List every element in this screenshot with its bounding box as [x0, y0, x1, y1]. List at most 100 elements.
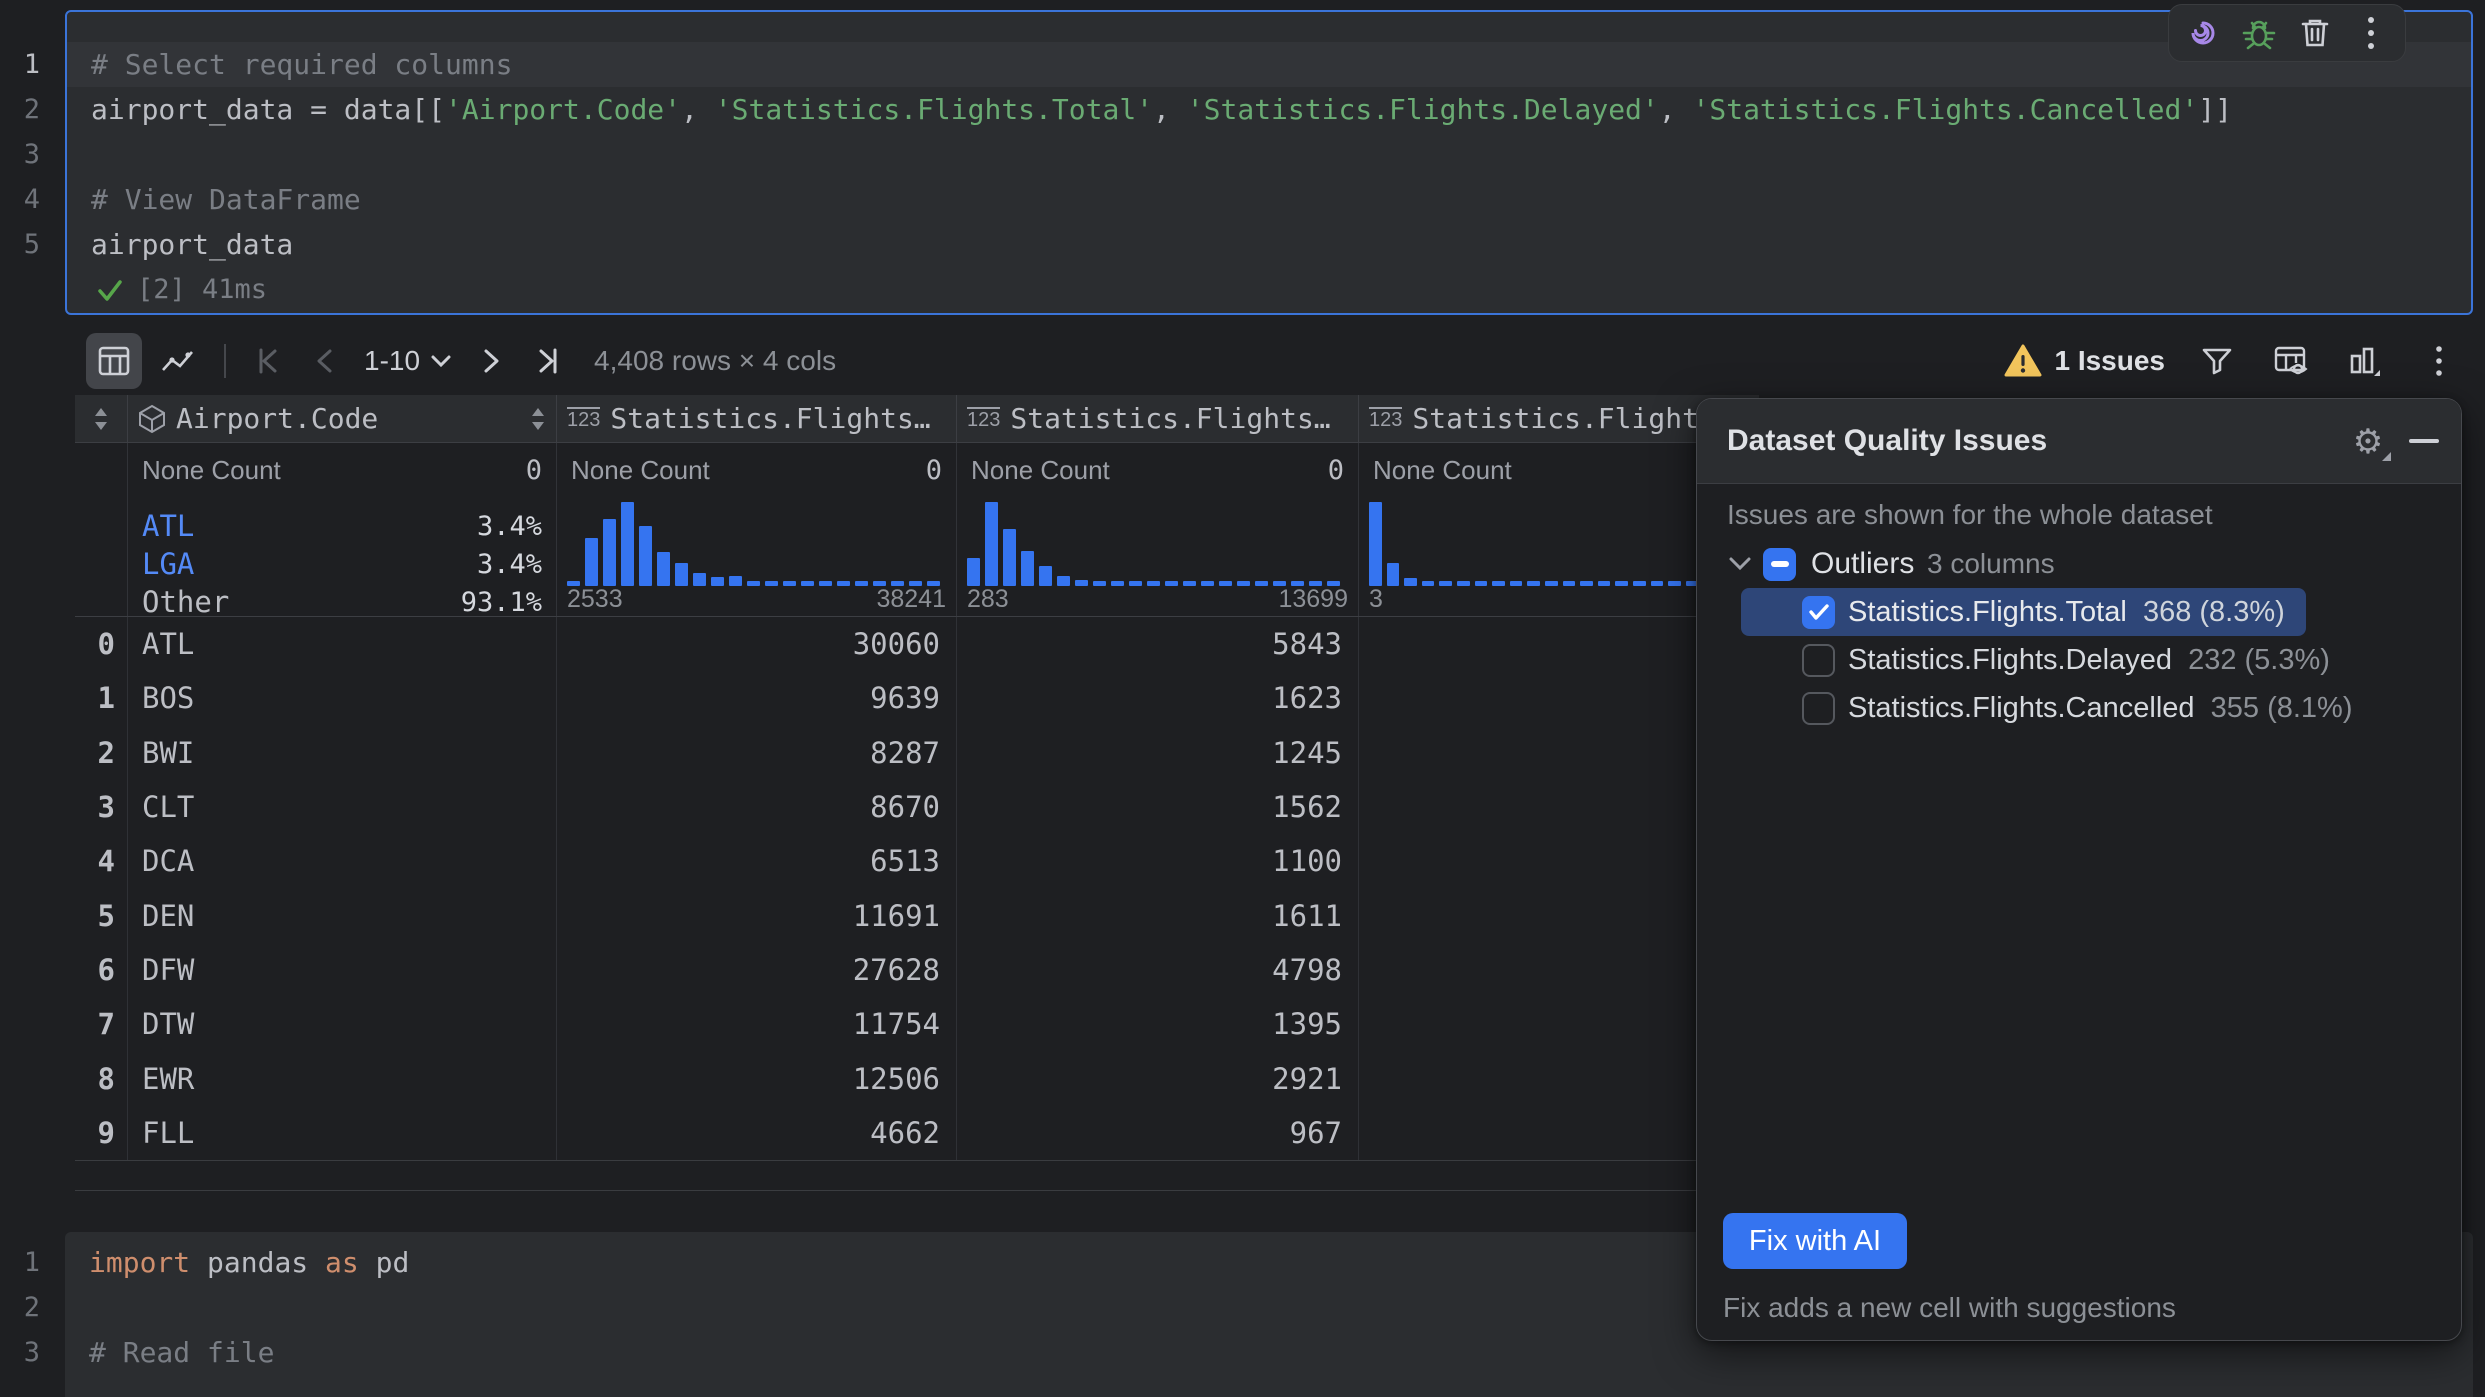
row-index[interactable]: 9 [75, 1106, 128, 1160]
code-token: airport_data [91, 228, 293, 261]
cell-flights-delayed[interactable]: 5843 [957, 617, 1359, 671]
minimize-icon[interactable] [2409, 439, 2439, 443]
cell-flights-total[interactable]: 4662 [557, 1106, 957, 1160]
cell-flights-delayed[interactable]: 4798 [957, 943, 1359, 997]
prev-page-icon[interactable] [300, 333, 348, 389]
cell-flights-delayed[interactable]: 2921 [957, 1051, 1359, 1105]
sort-icon [93, 406, 109, 432]
cell-airport-code[interactable]: EWR [128, 1051, 557, 1105]
cell-airport-code[interactable]: BOS [128, 671, 557, 725]
column-header-flights-total[interactable]: 123 Statistics.Flights… [557, 395, 957, 442]
cell-airport-code[interactable]: DEN [128, 888, 557, 942]
cell-flights-total[interactable]: 11691 [557, 888, 957, 942]
cell-flights-delayed[interactable]: 1611 [957, 888, 1359, 942]
issue-item[interactable]: Statistics.Flights.Cancelled 355 (8.1%) [1697, 684, 2461, 732]
none-count-label: None Count [571, 455, 710, 486]
cell-flights-delayed[interactable]: 1562 [957, 780, 1359, 834]
row-index[interactable]: 7 [75, 997, 128, 1051]
cell-airport-code[interactable]: DFW [128, 943, 557, 997]
cell-flights-total[interactable]: 8670 [557, 780, 957, 834]
unchecked-checkbox[interactable] [1802, 644, 1835, 677]
column-header-flights-delayed[interactable]: 123 Statistics.Flights… [957, 395, 1359, 442]
chevron-down-icon[interactable] [1727, 555, 1757, 573]
cell-flights-total[interactable]: 30060 [557, 617, 957, 671]
cell-flights-delayed[interactable]: 1623 [957, 671, 1359, 725]
page-range-dropdown[interactable]: 1-10 [356, 345, 460, 377]
more-kebab-icon[interactable] [2417, 339, 2461, 383]
row-index[interactable]: 3 [75, 780, 128, 834]
row-index[interactable]: 8 [75, 1051, 128, 1105]
issue-count: 368 (8.3%) [2127, 596, 2285, 628]
code-line[interactable]: airport_data [67, 222, 2471, 267]
line-number: 1 [0, 1240, 65, 1285]
first-page-icon[interactable] [244, 333, 292, 389]
cell-airport-code[interactable]: CLT [128, 780, 557, 834]
column-name: Airport.Code [176, 402, 378, 435]
cell-flights-delayed[interactable]: 1395 [957, 997, 1359, 1051]
cell-airport-code[interactable]: FLL [128, 1106, 557, 1160]
cell-airport-code[interactable]: BWI [128, 726, 557, 780]
issue-label: Statistics.Flights.Cancelled 355 (8.1%) [1848, 692, 2353, 725]
code-line[interactable]: airport_data = data[['Airport.Code', 'St… [67, 87, 2471, 132]
outliers-group-row[interactable]: Outliers 3 columns [1697, 539, 2461, 589]
more-kebab-icon[interactable] [2349, 11, 2393, 55]
code-token: # View DataFrame [91, 183, 361, 216]
sort-icon[interactable] [530, 406, 546, 432]
cell-flights-total[interactable]: 27628 [557, 943, 957, 997]
index-column-header[interactable] [75, 395, 128, 442]
table-view-icon[interactable] [86, 333, 142, 389]
issues-badge[interactable]: 1 Issues [2004, 344, 2165, 378]
cell-airport-code[interactable]: ATL [128, 617, 557, 671]
table-settings-icon[interactable] [2269, 339, 2313, 383]
chart-view-icon[interactable] [150, 333, 206, 389]
none-count-value: 0 [926, 455, 942, 486]
last-page-icon[interactable] [524, 333, 572, 389]
delete-trash-icon[interactable] [2293, 11, 2337, 55]
row-index[interactable]: 1 [75, 671, 128, 725]
code-line[interactable]: # View DataFrame [67, 177, 2471, 222]
checked-checkbox[interactable] [1802, 596, 1835, 629]
table-body: 0ATL300605843 1BOS96391623 2BWI82871245 3CL… [75, 617, 1759, 1160]
column-header-airport-code[interactable]: Airport.Code [128, 395, 557, 442]
none-count-label: None Count [971, 455, 1110, 486]
issue-item[interactable]: Statistics.Flights.Total 368 (8.3%) [1697, 588, 2461, 636]
code-cell-selected[interactable]: # Select required columnsairport_data = … [65, 10, 2473, 315]
code-token: as [325, 1246, 359, 1279]
cell-flights-total[interactable]: 11754 [557, 997, 957, 1051]
issue-item[interactable]: Statistics.Flights.Delayed 232 (5.3%) [1697, 636, 2461, 684]
stats-airport-code: None Count 0 ATL3.4%LGA3.4%Other93.1% [128, 443, 557, 616]
row-index[interactable]: 4 [75, 834, 128, 888]
next-page-icon[interactable] [468, 333, 516, 389]
cell-flights-delayed[interactable]: 1100 [957, 834, 1359, 888]
value-link[interactable]: ATL [142, 509, 194, 543]
group-label: Outliers [1811, 547, 1914, 581]
gear-settings-icon[interactable]: ⚙ [2347, 421, 2389, 463]
cell-flights-total[interactable]: 9639 [557, 671, 957, 725]
cell-flights-delayed[interactable]: 1245 [957, 726, 1359, 780]
column-chart-icon[interactable] [2343, 339, 2387, 383]
cell1-code[interactable]: # Select required columnsairport_data = … [67, 42, 2471, 267]
cell-flights-delayed[interactable]: 967 [957, 1106, 1359, 1160]
cell-flights-total[interactable]: 8287 [557, 726, 957, 780]
debug-bug-icon[interactable] [2237, 11, 2281, 55]
cell-airport-code[interactable]: DCA [128, 834, 557, 888]
row-index[interactable]: 0 [75, 617, 128, 671]
cell-flights-total[interactable]: 6513 [557, 834, 957, 888]
line-number: 2 [0, 87, 65, 132]
unchecked-checkbox[interactable] [1802, 692, 1835, 725]
issue-column-name: Statistics.Flights.Cancelled [1848, 692, 2195, 724]
row-index[interactable]: 6 [75, 943, 128, 997]
fix-with-ai-button[interactable]: Fix with AI [1723, 1213, 1907, 1269]
indeterminate-checkbox[interactable] [1763, 548, 1796, 581]
cell-airport-code[interactable]: DTW [128, 997, 557, 1051]
filter-icon[interactable] [2195, 339, 2239, 383]
table-row: 8EWR125062921 [75, 1051, 1759, 1105]
value-link[interactable]: LGA [142, 547, 194, 581]
ai-assistant-icon[interactable] [2181, 11, 2225, 55]
row-index[interactable]: 5 [75, 888, 128, 942]
code-line[interactable]: # Select required columns [67, 42, 2471, 87]
row-index[interactable]: 2 [75, 726, 128, 780]
code-line[interactable] [67, 132, 2471, 177]
top-value-row: LGA3.4% [142, 545, 542, 583]
cell-flights-total[interactable]: 12506 [557, 1051, 957, 1105]
